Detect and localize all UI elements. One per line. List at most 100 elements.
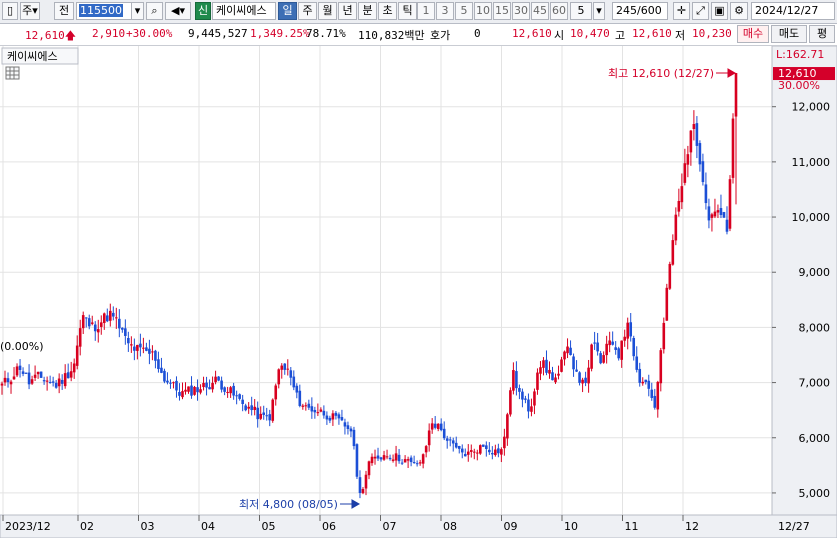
y-tick-label: 10,000 [792, 211, 831, 224]
candle-body [400, 462, 404, 464]
candle-body [54, 382, 58, 388]
candle-body [277, 369, 281, 385]
candle-body [551, 372, 554, 381]
current-pct-tag: 30.00% [778, 79, 820, 92]
custom-interval[interactable]: 5 [570, 2, 592, 20]
candle-body [713, 211, 717, 217]
interval-button-30[interactable]: 30 [512, 2, 530, 20]
candle-body [72, 363, 76, 373]
period-button-4[interactable]: 분 [358, 2, 377, 20]
sell-button[interactable]: 매도 [771, 25, 807, 43]
candle-body [102, 313, 106, 324]
interval-button-5[interactable]: 5 [455, 2, 473, 20]
candle-body [12, 376, 16, 380]
candle-body [536, 372, 539, 390]
candle-body [460, 448, 464, 453]
candle-body [358, 477, 362, 493]
date-input[interactable]: 2024/12/27 [751, 2, 835, 20]
gear-icon[interactable]: ⚙ [730, 2, 748, 20]
candle-body [445, 438, 449, 441]
hoga-label: 호가 [430, 29, 451, 42]
interval-button-3[interactable]: 3 [436, 2, 454, 20]
search-icon[interactable]: ⌕ [146, 2, 163, 20]
zoom-icon[interactable]: ⤢ [692, 2, 709, 20]
candle-body [680, 186, 684, 203]
candle-body [66, 372, 70, 379]
high-price: 12,610 [632, 27, 672, 40]
candle-body [316, 412, 320, 414]
candle-body [18, 365, 22, 370]
interval-button-1[interactable]: 1 [417, 2, 435, 20]
candle-body [644, 379, 648, 383]
menu-dropdown-1[interactable]: 주▾ [20, 2, 40, 20]
avg-button[interactable]: 평 [809, 25, 835, 43]
candle-body [319, 409, 323, 412]
candle-body [331, 413, 335, 420]
candle-body [542, 360, 545, 368]
candle-body [385, 456, 389, 458]
price-chart[interactable]: 5,000 6,000 7,000 8,000 9,000 10,000 11,000 12,… [0, 46, 837, 538]
candle-body [466, 451, 470, 455]
speaker-icon[interactable]: ◀▾ [165, 2, 191, 20]
interval-button-10[interactable]: 10 [474, 2, 492, 20]
count-input[interactable]: 245/600 [612, 2, 668, 20]
stock-code-input[interactable]: 115500 [76, 2, 136, 20]
candle-body [635, 356, 639, 370]
period-button-3[interactable]: 년 [338, 2, 357, 20]
candle-body [175, 380, 178, 391]
candle-body [274, 385, 278, 400]
candle-body [563, 351, 566, 360]
save-icon[interactable]: ▣ [711, 2, 728, 20]
candle-body [259, 413, 263, 419]
candle-body [42, 380, 46, 382]
candle-body [569, 347, 572, 356]
candle-body [448, 439, 452, 441]
period-button-1[interactable]: 주 [298, 2, 317, 20]
candle-body [196, 387, 199, 393]
period-button-0[interactable]: 일 [278, 2, 297, 20]
x-tick-label: 12 [685, 520, 699, 533]
menu-dropdown-2[interactable]: 전 [54, 2, 74, 20]
interval-button-60[interactable]: 60 [550, 2, 568, 20]
candle-body [262, 412, 266, 415]
candle-body [244, 405, 247, 411]
candle-body [382, 455, 386, 460]
crosshair-icon[interactable]: ✛ [673, 2, 690, 20]
code-dropdown-arrow[interactable]: ▾ [131, 2, 144, 20]
current-price: 12,610🡅 [25, 27, 76, 46]
candle-body [30, 379, 34, 384]
y-tick-label: 7,000 [799, 377, 831, 390]
layout-icon[interactable]: ▯ [2, 2, 18, 20]
count-max: /600 [637, 4, 662, 17]
buy-button[interactable]: 매수 [737, 25, 769, 43]
current-price-value: 12,610 [25, 29, 65, 42]
candle-body [695, 123, 699, 146]
candle-body [178, 391, 181, 396]
candle-body [509, 390, 512, 415]
hoga-price: 12,610 [512, 27, 552, 40]
interval-button-45[interactable]: 45 [531, 2, 549, 20]
interval-dropdown-arrow[interactable]: ▾ [593, 2, 605, 20]
period-button-6[interactable]: 틱 [398, 2, 417, 20]
candle-body [403, 459, 407, 463]
x-tick-label: 09 [504, 520, 518, 533]
period-button-5[interactable]: 초 [378, 2, 397, 20]
x-tick-label: 05 [262, 520, 276, 533]
interval-button-15[interactable]: 15 [493, 2, 511, 20]
period-button-2[interactable]: 월 [318, 2, 337, 20]
candle-body [578, 372, 581, 383]
low-price: 10,230 [692, 27, 732, 40]
candle-body [96, 329, 100, 333]
candle-body [388, 457, 392, 460]
candle-body [108, 310, 112, 321]
candle-body [217, 376, 220, 381]
candle-body [250, 405, 253, 411]
candle-body [692, 124, 696, 130]
candle-body [271, 399, 275, 421]
candle-body [512, 370, 515, 391]
candle-body [364, 474, 368, 489]
candle-body [33, 374, 37, 378]
candle-body [689, 130, 693, 153]
table-icon[interactable] [5, 66, 20, 80]
y-tick-label: 5,000 [799, 487, 831, 500]
